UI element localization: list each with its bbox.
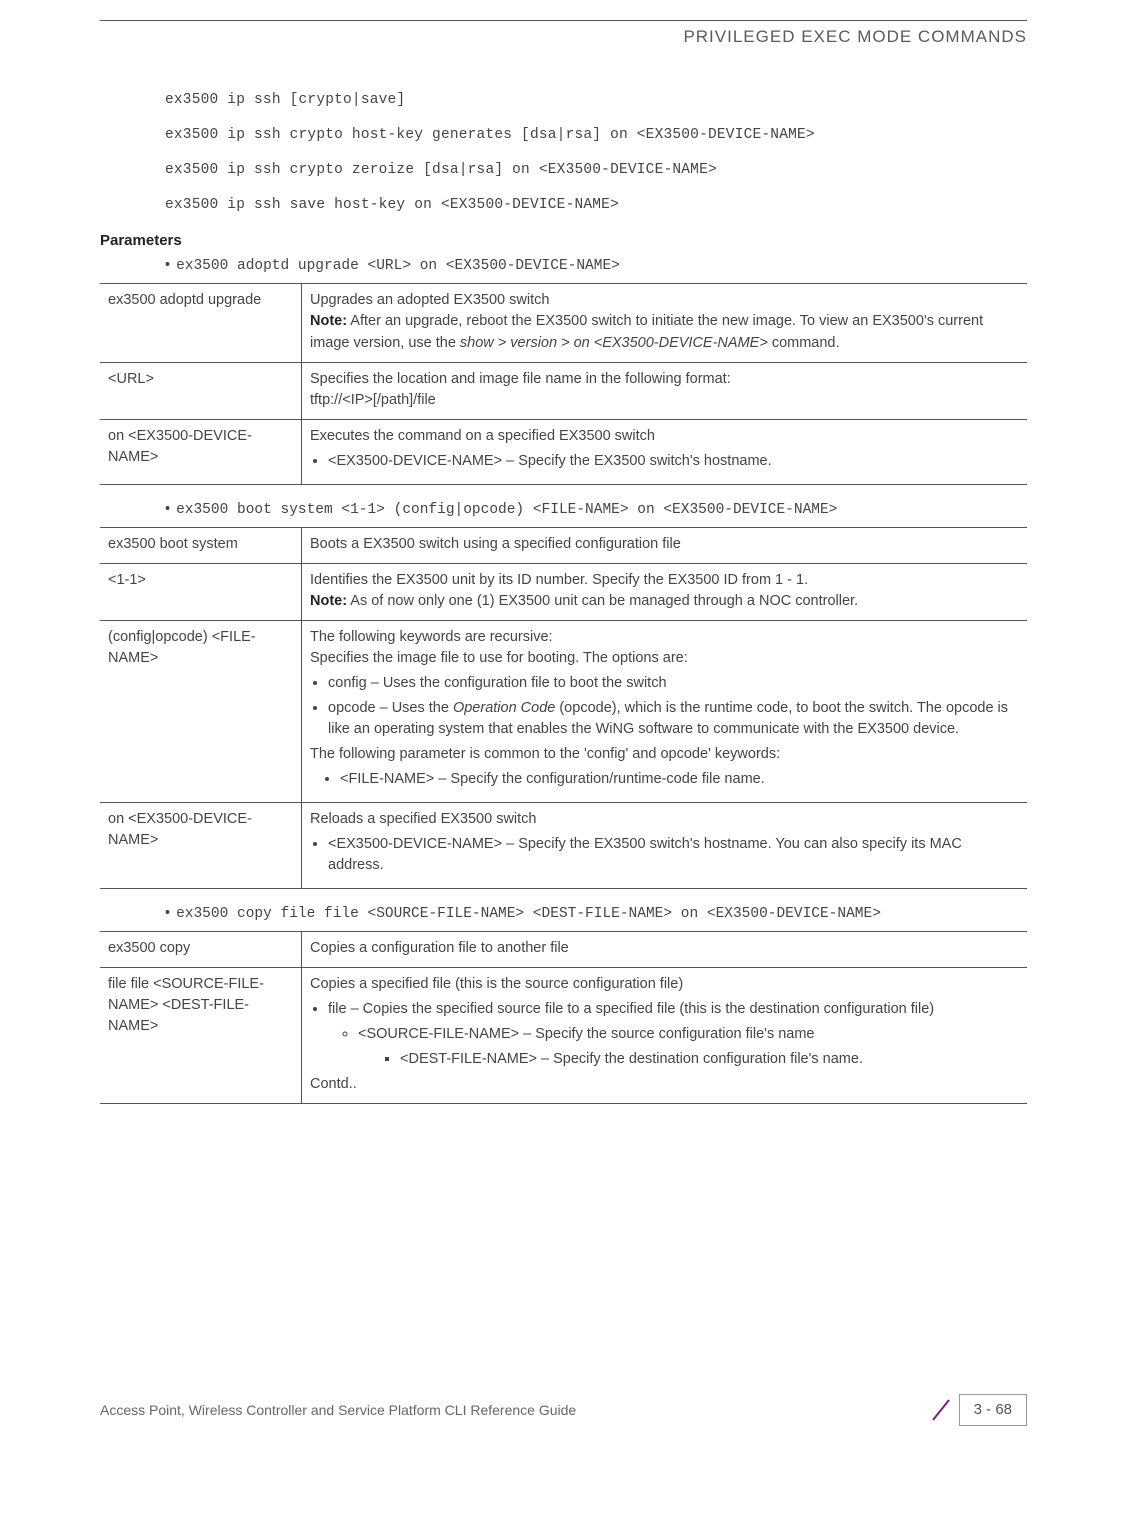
li-text: file – Copies the specified source file …: [328, 1001, 934, 1017]
note-label: Note:: [310, 313, 347, 329]
bullet-text: ex3500 adoptd upgrade <URL> on <EX3500-D…: [176, 258, 620, 274]
table-row: <URL> Specifies the location and image f…: [100, 362, 1027, 419]
desc-text: Copies a specified file (this is the sou…: [310, 974, 1019, 995]
desc-list: <EX3500-DEVICE-NAME> – Specify the EX350…: [310, 451, 1019, 472]
footer-title: Access Point, Wireless Controller and Se…: [100, 1400, 576, 1420]
table-row: on <EX3500-DEVICE-NAME> Reloads a specif…: [100, 802, 1027, 888]
param-bullet: •ex3500 copy file file <SOURCE-FILE-NAME…: [165, 903, 1027, 925]
list-item: <EX3500-DEVICE-NAME> – Specify the EX350…: [328, 451, 1019, 472]
parameter-table-3: ex3500 copy Copies a configuration file …: [100, 931, 1027, 1104]
desc-note: Note: As of now only one (1) EX3500 unit…: [310, 591, 1019, 612]
list-item: <FILE-NAME> – Specify the configuration/…: [340, 769, 1019, 790]
syntax-line: ex3500 ip ssh crypto host-key generates …: [165, 125, 1027, 146]
desc-list: <EX3500-DEVICE-NAME> – Specify the EX350…: [310, 834, 1019, 876]
param-name: file file <SOURCE-FILE-NAME> <DEST-FILE-…: [100, 967, 302, 1103]
param-desc: Identifies the EX3500 unit by its ID num…: [302, 563, 1028, 620]
param-name: on <EX3500-DEVICE-NAME>: [100, 802, 302, 888]
desc-text: Specifies the location and image file na…: [310, 369, 1019, 390]
param-name: <URL>: [100, 362, 302, 419]
desc-text: Executes the command on a specified EX35…: [310, 426, 1019, 447]
parameter-table-2: ex3500 boot system Boots a EX3500 switch…: [100, 527, 1027, 889]
desc-list: file – Copies the specified source file …: [310, 999, 1019, 1070]
desc-text: tftp://<IP>[/path]/file: [310, 390, 1019, 411]
param-desc: Reloads a specified EX3500 switch <EX350…: [302, 802, 1028, 888]
list-item: opcode – Uses the Operation Code (opcode…: [328, 698, 1019, 740]
slash-icon: [927, 1396, 955, 1424]
note-italic: show > version > on <EX3500-DEVICE-NAME>: [460, 335, 768, 351]
page-number: 3 - 68: [959, 1394, 1027, 1426]
bullet-text: ex3500 boot system <1-1> (config|opcode)…: [176, 502, 837, 518]
page: PRIVILEGED EXEC MODE COMMANDS ex3500 ip …: [50, 0, 1077, 1456]
param-name: ex3500 copy: [100, 931, 302, 967]
syntax-line: ex3500 ip ssh [crypto|save]: [165, 90, 1027, 111]
li-italic: Operation Code: [453, 700, 555, 716]
syntax-line: ex3500 ip ssh crypto zeroize [dsa|rsa] o…: [165, 160, 1027, 181]
page-number-box: 3 - 68: [927, 1394, 1027, 1426]
table-row: on <EX3500-DEVICE-NAME> Executes the com…: [100, 419, 1027, 484]
running-header: PRIVILEGED EXEC MODE COMMANDS: [100, 25, 1027, 50]
list-item: <SOURCE-FILE-NAME> – Specify the source …: [358, 1024, 1019, 1070]
desc-text: Upgrades an adopted EX3500 switch: [310, 290, 1019, 311]
syntax-line: ex3500 ip ssh save host-key on <EX3500-D…: [165, 195, 1027, 216]
table-row: (config|opcode) <FILE-NAME> The followin…: [100, 620, 1027, 802]
page-footer: Access Point, Wireless Controller and Se…: [100, 1394, 1027, 1426]
param-name: ex3500 adoptd upgrade: [100, 284, 302, 362]
list-item: config – Uses the configuration file to …: [328, 673, 1019, 694]
desc-list: <FILE-NAME> – Specify the configuration/…: [322, 769, 1019, 790]
param-name: (config|opcode) <FILE-NAME>: [100, 620, 302, 802]
table-row: <1-1> Identifies the EX3500 unit by its …: [100, 563, 1027, 620]
note-text: command.: [768, 335, 840, 351]
note-text: As of now only one (1) EX3500 unit can b…: [347, 593, 858, 609]
table-row: ex3500 adoptd upgrade Upgrades an adopte…: [100, 284, 1027, 362]
desc-note: Note: After an upgrade, reboot the EX350…: [310, 311, 1019, 353]
list-item: file – Copies the specified source file …: [328, 999, 1019, 1070]
desc-text: Identifies the EX3500 unit by its ID num…: [310, 570, 1019, 591]
li-text: opcode – Uses the: [328, 700, 453, 716]
param-desc: Boots a EX3500 switch using a specified …: [302, 527, 1028, 563]
desc-list: config – Uses the configuration file to …: [310, 673, 1019, 740]
param-desc: Copies a specified file (this is the sou…: [302, 967, 1028, 1103]
note-label: Note:: [310, 593, 347, 609]
desc-text: Reloads a specified EX3500 switch: [310, 809, 1019, 830]
table-row: ex3500 copy Copies a configuration file …: [100, 931, 1027, 967]
desc-list: <DEST-FILE-NAME> – Specify the destinati…: [382, 1049, 1019, 1070]
desc-text: The following parameter is common to the…: [310, 744, 1019, 765]
param-desc: Copies a configuration file to another f…: [302, 931, 1028, 967]
header-rule: [100, 20, 1027, 21]
param-bullet: •ex3500 boot system <1-1> (config|opcode…: [165, 499, 1027, 521]
desc-list: <SOURCE-FILE-NAME> – Specify the source …: [340, 1024, 1019, 1070]
desc-text: The following keywords are recursive:: [310, 627, 1019, 648]
param-desc: Executes the command on a specified EX35…: [302, 419, 1028, 484]
param-desc: Upgrades an adopted EX3500 switch Note: …: [302, 284, 1028, 362]
param-desc: The following keywords are recursive: Sp…: [302, 620, 1028, 802]
desc-text: Contd..: [310, 1074, 1019, 1095]
li-text: <SOURCE-FILE-NAME> – Specify the source …: [358, 1026, 815, 1042]
table-row: ex3500 boot system Boots a EX3500 switch…: [100, 527, 1027, 563]
parameters-heading: Parameters: [100, 230, 1027, 252]
param-name: on <EX3500-DEVICE-NAME>: [100, 419, 302, 484]
table-row: file file <SOURCE-FILE-NAME> <DEST-FILE-…: [100, 967, 1027, 1103]
param-bullet: •ex3500 adoptd upgrade <URL> on <EX3500-…: [165, 255, 1027, 277]
param-name: ex3500 boot system: [100, 527, 302, 563]
parameter-table-1: ex3500 adoptd upgrade Upgrades an adopte…: [100, 283, 1027, 484]
param-name: <1-1>: [100, 563, 302, 620]
list-item: <DEST-FILE-NAME> – Specify the destinati…: [400, 1049, 1019, 1070]
list-item: <EX3500-DEVICE-NAME> – Specify the EX350…: [328, 834, 1019, 876]
param-desc: Specifies the location and image file na…: [302, 362, 1028, 419]
desc-text: Specifies the image file to use for boot…: [310, 648, 1019, 669]
bullet-text: ex3500 copy file file <SOURCE-FILE-NAME>…: [176, 906, 881, 922]
